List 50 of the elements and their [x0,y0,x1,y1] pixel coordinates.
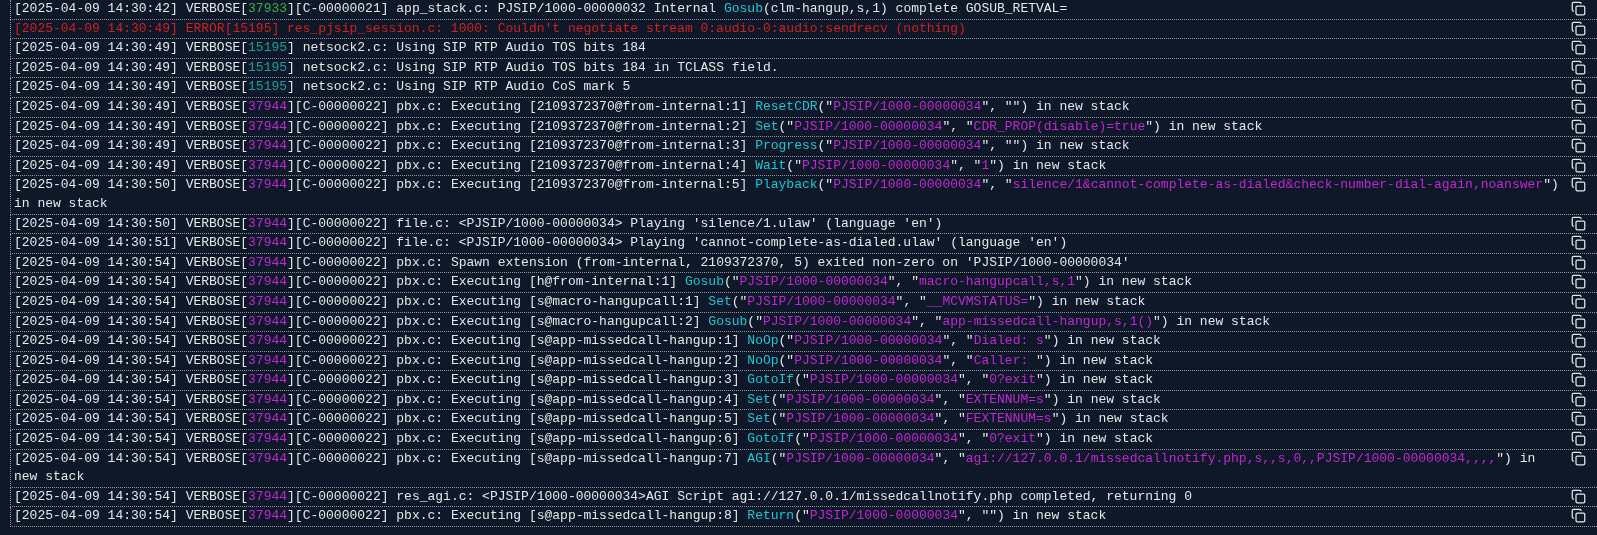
error-log-line: [2025-04-09 14:30:49] ERROR[15195] res_pjsip_session.c: 1000: Couldn't negotiate stream 0:audio-0:audio:sendrecv (nothing) [14,19,967,38]
copy-button[interactable] [1571,293,1587,310]
log-line: [2025-04-09 14:30:50] VERBOSE[37944][C-00000022] file.c: <PJSIP/1000-00000034> Playing 'silence/1.ulaw' (language 'en') [14,214,944,233]
copy-button[interactable] [1571,372,1587,389]
copy-button[interactable] [1571,488,1587,505]
log-line: [2025-04-09 14:30:49] VERBOSE[37944][C-00000022] pbx.c: Executing [2109372370@from-internal:3] Progress("PJSIP/1000-00000034", "") in new stack [14,137,1131,156]
copy-button[interactable] [1571,352,1587,369]
log-line: [2025-04-09 14:30:54] VERBOSE[37944][C-00000022] res_agi.c: <PJSIP/1000-00000034>AGI Script agi://127.0.0.1/missedcallnotify.php completed, returning 0 [14,487,1193,506]
log-line: [2025-04-09 14:30:49] VERBOSE[37944][C-00000022] pbx.c: Executing [2109372370@from-internal:2] Set("PJSIP/1000-00000034", "CDR_PROP(disable)=true") in new stack [14,117,1264,136]
log-line: [2025-04-09 14:30:50] VERBOSE[37944][C-00000022] pbx.c: Executing [2109372370@from-internal:5] Playback("PJSIP/1000-00000034", "silence/1&cannot-complete-as-dialed&check-number-dial-again,noanswer") in new stack [14,176,1559,213]
log-line: [2025-04-09 14:30:54] VERBOSE[37944][C-00000022] pbx.c: Executing [h@from-internal:1] Gosub("PJSIP/1000-00000034", "macro-hangupcall,s,1") in new stack [14,273,1194,292]
log-line: [2025-04-09 14:30:54] VERBOSE[37944][C-00000022] pbx.c: Executing [s@macro-hangupcall:2] Gosub("PJSIP/1000-00000034", "app-missedcall-hangup,s,1()") in new stack [14,312,1272,331]
log-line: [2025-04-09 14:30:54] VERBOSE[37944][C-00000022] pbx.c: Executing [s@app-missedcall-hangup:1] NoOp("PJSIP/1000-00000034", "Dialed: s") in new stack [14,332,1162,351]
log-line: [2025-04-09 14:30:49] VERBOSE[15195] netsock2.c: Using SIP RTP Audio CoS mark 5 [14,78,632,97]
log-line: [2025-04-09 14:30:51] VERBOSE[37944][C-00000022] file.c: <PJSIP/1000-00000034> Playing 'cannot-complete-as-dialed.ulaw' (language 'en') [14,234,1069,253]
log-line: [2025-04-09 14:30:54] VERBOSE[37944][C-00000022] pbx.c: Executing [s@app-missedcall-hangup:4] Set("PJSIP/1000-00000034", "EXTENNUM=s") in new stack [14,390,1162,409]
copy-button[interactable] [1571,40,1587,57]
log-line: [2025-04-09 14:30:54] VERBOSE[37944][C-00000022] pbx.c: Executing [s@app-missedcall-hangup:6] GotoIf("PJSIP/1000-00000034", "0?exit") in new stack [14,430,1155,449]
copy-button[interactable] [1571,118,1587,135]
copy-button[interactable] [1571,450,1587,467]
copy-button[interactable] [1571,411,1587,428]
copy-button[interactable] [1571,274,1587,291]
copy-button[interactable] [1571,1,1587,17]
log-line: [2025-04-09 14:30:54] VERBOSE[37944][C-00000022] pbx.c: Executing [s@app-missedcall-hangup:3] GotoIf("PJSIP/1000-00000034", "0?exit") in new stack [14,371,1155,390]
copy-button[interactable] [1571,431,1587,448]
log-line: [2025-04-09 14:30:49] VERBOSE[15195] netsock2.c: Using SIP RTP Audio TOS bits 184 [14,39,647,58]
copy-button[interactable] [1571,138,1587,155]
log-line: [2025-04-09 14:30:42] VERBOSE[37933][C-00000021] app_stack.c: PJSIP/1000-00000032 Internal Gosub(clm-hangup,s,1) complete GOSUB_RETVAL= [14,0,1069,18]
copy-button[interactable] [1571,235,1587,252]
copy-button[interactable] [1571,20,1587,37]
log-line: [2025-04-09 14:30:49] VERBOSE[15195] netsock2.c: Using SIP RTP Audio TOS bits 184 in TCLASS field. [14,58,780,77]
copy-button[interactable] [1571,333,1587,350]
log-line: [2025-04-09 14:30:54] VERBOSE[37944][C-00000022] pbx.c: Executing [s@app-missedcall-hangup:8] Return("PJSIP/1000-00000034", "") in new stack [14,507,1108,526]
copy-button[interactable] [1571,508,1587,525]
log-line: [2025-04-09 14:30:49] VERBOSE[37944][C-00000022] pbx.c: Executing [2109372370@from-internal:1] ResetCDR("PJSIP/1000-00000034", "") in new stack [14,97,1131,116]
copy-button[interactable] [1571,98,1587,115]
log-line: [2025-04-09 14:30:54] VERBOSE[37944][C-00000022] pbx.c: Executing [s@app-missedcall-hangup:5] Set("PJSIP/1000-00000034", "FEXTENNUM=s") in new stack [14,410,1170,429]
log-line: [2025-04-09 14:30:54] VERBOSE[37944][C-00000022] pbx.c: Executing [s@app-missedcall-hangup:2] NoOp("PJSIP/1000-00000034", "Caller: ") in new stack [14,351,1155,370]
copy-button[interactable] [1571,59,1587,76]
copy-button[interactable] [1571,254,1587,271]
log-line: [2025-04-09 14:30:54] VERBOSE[37944][C-00000022] pbx.c: Executing [s@macro-hangupcall:1] Set("PJSIP/1000-00000034", "__MCVMSTATUS=") in new stack [14,292,1147,311]
log-line: [2025-04-09 14:30:54] VERBOSE[37944][C-00000022] pbx.c: Executing [s@app-missedcall-hangup:7] AGI("PJSIP/1000-00000034", "agi://127.0.0.1/missedcallnotify.php,s,,s,0,,PJSIP/1000-00000034,,,,") in new stack [14,449,1537,487]
copy-button[interactable] [1571,391,1587,408]
copy-button[interactable] [1571,313,1587,330]
copy-button[interactable] [1571,79,1587,96]
copy-button[interactable] [1571,215,1587,232]
log-line: [2025-04-09 14:30:49] VERBOSE[37944][C-00000022] pbx.c: Executing [2109372370@from-internal:4] Wait("PJSIP/1000-00000034", "1") in new stack [14,156,1108,175]
copy-button[interactable] [1571,157,1587,174]
copy-button[interactable] [1571,177,1587,194]
log-line: [2025-04-09 14:30:54] VERBOSE[37944][C-00000022] pbx.c: Spawn extension (from-internal, 2109372370, 5) exited non-zero on 'PJSIP/1000-00000034' [14,253,1131,272]
